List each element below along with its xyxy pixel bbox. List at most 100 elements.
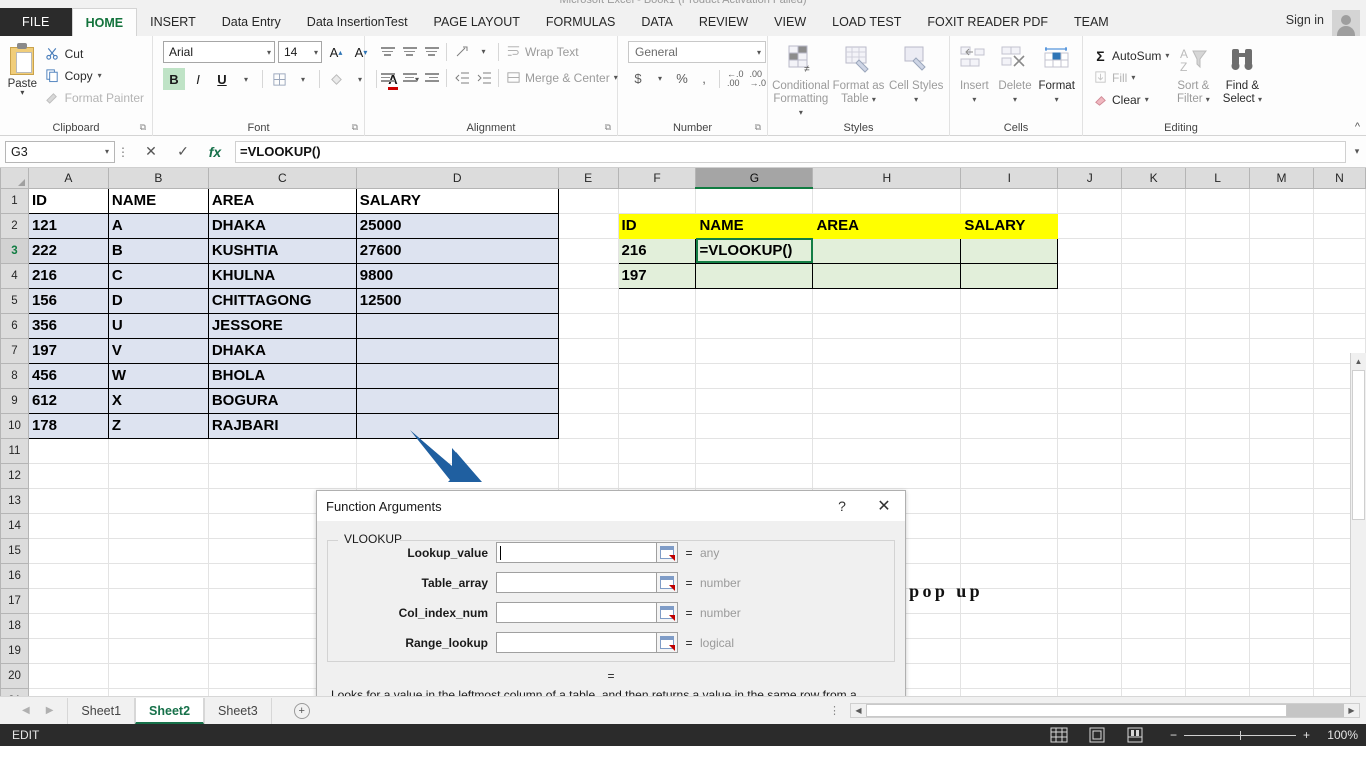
col-index-num-range-picker[interactable] (656, 602, 678, 623)
column-header-c[interactable]: C (207, 168, 357, 189)
chevron-down-icon[interactable]: ▾ (757, 48, 761, 57)
cell-g12[interactable] (695, 462, 814, 489)
row-header-1[interactable]: 1 (0, 187, 29, 214)
column-header-m[interactable]: M (1249, 168, 1314, 189)
column-header-n[interactable]: N (1312, 168, 1366, 189)
increase-decimal-button[interactable]: ←.0.00 (725, 68, 746, 89)
page-break-preview-button[interactable] (1126, 727, 1148, 743)
cell-a6[interactable]: 356 (27, 312, 109, 339)
cell-k12[interactable] (1121, 462, 1187, 489)
cell-j6[interactable] (1057, 312, 1123, 339)
cell-a18[interactable] (27, 612, 109, 639)
row-header-4[interactable]: 4 (0, 262, 29, 289)
cell-e11[interactable] (557, 437, 619, 464)
tab-formulas[interactable]: FORMULAS (533, 8, 628, 36)
row-header-12[interactable]: 12 (0, 462, 29, 489)
zoom-in-button[interactable]: + (1303, 728, 1310, 742)
cell-m7[interactable] (1249, 337, 1314, 364)
cell-j21[interactable] (1057, 687, 1123, 696)
cell-i6[interactable] (960, 312, 1059, 339)
cell-j19[interactable] (1057, 637, 1123, 664)
cell-d7[interactable] (355, 337, 559, 364)
page-layout-view-button[interactable] (1088, 727, 1110, 743)
vertical-scrollbar[interactable]: ▲ ▼ (1350, 353, 1366, 696)
tab-split-handle[interactable]: ⋮ (819, 704, 850, 717)
previous-sheet-icon[interactable]: ◀ (22, 705, 30, 716)
clear-button[interactable]: Clear ▾ (1093, 89, 1169, 110)
decrease-indent-button[interactable] (451, 67, 472, 88)
align-top-button[interactable] (377, 41, 398, 62)
cell-styles-button[interactable]: Cell Styles ▾ (887, 43, 945, 106)
cell-f8[interactable] (617, 362, 697, 389)
cell-k18[interactable] (1121, 612, 1187, 639)
cell-a14[interactable] (27, 512, 109, 539)
cell-f1[interactable] (617, 187, 697, 214)
cell-b15[interactable] (107, 537, 209, 564)
cell-m4[interactable] (1249, 262, 1314, 289)
cell-b16[interactable] (107, 562, 209, 589)
insert-function-button[interactable]: fx (207, 144, 223, 160)
cell-m14[interactable] (1249, 512, 1314, 539)
cell-i19[interactable] (960, 637, 1059, 664)
tab-file[interactable]: FILE (0, 8, 72, 36)
cell-b10[interactable]: Z (107, 412, 209, 439)
cancel-formula-button[interactable]: ✕ (143, 143, 159, 160)
cell-m16[interactable] (1249, 562, 1314, 589)
cell-l13[interactable] (1185, 487, 1251, 514)
chevron-down-icon[interactable]: ▾ (314, 48, 318, 57)
alignment-dialog-launcher[interactable]: ⧉ (605, 119, 611, 135)
cell-h10[interactable] (812, 412, 962, 439)
tab-team[interactable]: TEAM (1061, 8, 1122, 36)
cell-b6[interactable]: U (107, 312, 209, 339)
cell-a7[interactable]: 197 (27, 337, 109, 364)
column-header-k[interactable]: K (1121, 168, 1187, 189)
cell-i12[interactable] (960, 462, 1059, 489)
cell-d5[interactable]: 12500 (355, 287, 559, 314)
help-icon[interactable]: ? (821, 491, 863, 521)
cell-k15[interactable] (1121, 537, 1187, 564)
lookup-value-input[interactable] (496, 542, 656, 563)
cell-a9[interactable]: 612 (27, 387, 109, 414)
column-header-d[interactable]: D (355, 168, 559, 189)
row-header-6[interactable]: 6 (0, 312, 29, 339)
cell-c5[interactable]: CHITTAGONG (207, 287, 357, 314)
cell-m11[interactable] (1249, 437, 1314, 464)
cell-g6[interactable] (695, 312, 814, 339)
tab-foxit-reader-pdf[interactable]: FOXIT READER PDF (914, 8, 1061, 36)
cell-j10[interactable] (1057, 412, 1123, 439)
cell-m19[interactable] (1249, 637, 1314, 664)
cell-m5[interactable] (1249, 287, 1314, 314)
borders-button[interactable] (268, 68, 290, 90)
cell-k3[interactable] (1121, 237, 1187, 264)
cell-m13[interactable] (1249, 487, 1314, 514)
borders-dropdown[interactable]: ▾ (292, 68, 314, 90)
cell-k7[interactable] (1121, 337, 1187, 364)
chevron-down-icon[interactable]: ▾ (98, 71, 102, 80)
row-header-11[interactable]: 11 (0, 437, 29, 464)
cell-c7[interactable]: DHAKA (207, 337, 357, 364)
expand-formula-bar-button[interactable]: ▾ (1348, 146, 1366, 157)
avatar[interactable] (1332, 10, 1360, 36)
cell-i7[interactable] (960, 337, 1059, 364)
cell-j3[interactable] (1057, 237, 1123, 264)
cell-c11[interactable] (207, 437, 357, 464)
horizontal-scrollbar[interactable]: ◀ ▶ (850, 703, 1360, 718)
bold-button[interactable]: B (163, 68, 185, 90)
cell-e8[interactable] (557, 362, 619, 389)
cell-j4[interactable] (1057, 262, 1123, 289)
underline-button[interactable]: U (211, 68, 233, 90)
row-header-18[interactable]: 18 (0, 612, 29, 639)
cell-f10[interactable] (617, 412, 697, 439)
cell-a5[interactable]: 156 (27, 287, 109, 314)
cell-l9[interactable] (1185, 387, 1251, 414)
cell-l3[interactable] (1185, 237, 1251, 264)
italic-button[interactable]: I (187, 68, 209, 90)
cell-h12[interactable] (812, 462, 962, 489)
cell-e9[interactable] (557, 387, 619, 414)
currency-dropdown[interactable]: ▾ (650, 68, 670, 89)
function-arguments-dialog[interactable]: Function Arguments ? ✕ VLOOKUP Lookup_va… (316, 490, 906, 696)
cell-f12[interactable] (617, 462, 697, 489)
name-box[interactable]: G3 ▾ (5, 140, 115, 163)
zoom-out-button[interactable]: − (1170, 728, 1177, 742)
cell-g10[interactable] (695, 412, 814, 439)
